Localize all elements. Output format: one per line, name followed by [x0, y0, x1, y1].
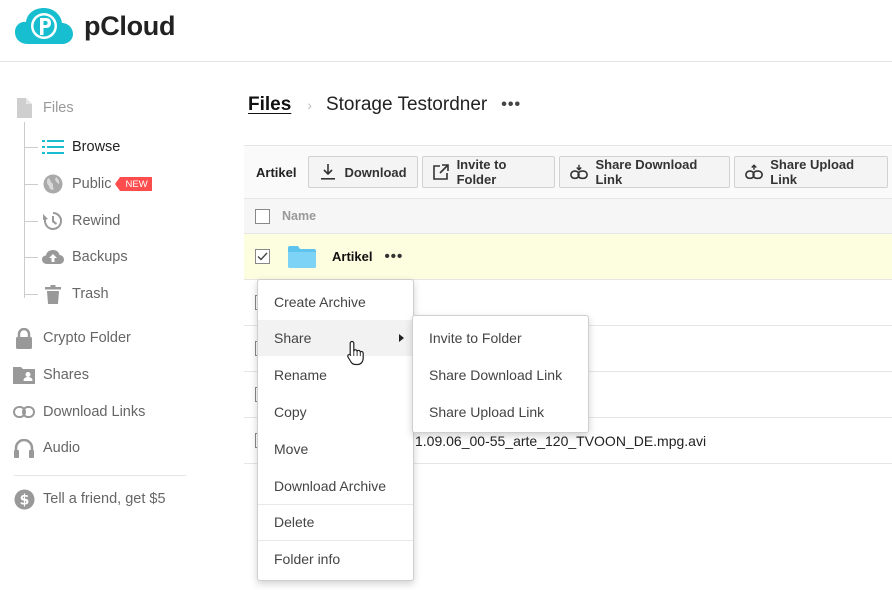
row-checkbox[interactable] [255, 249, 270, 264]
new-badge: NEW [114, 177, 152, 191]
sidebar-item-public[interactable]: Public NEW [42, 169, 152, 199]
selected-item-name: Artikel [256, 164, 297, 180]
sidebar-item-trash[interactable]: Trash [42, 279, 109, 309]
share-submenu: Invite to Folder Share Download Link Sha… [412, 315, 589, 433]
sidebar-item-label: Backups [72, 249, 128, 265]
top-bar: pCloud [0, 0, 892, 62]
submenu-item-share-download-link[interactable]: Share Download Link [413, 357, 588, 393]
menu-item-create-archive[interactable]: Create Archive [258, 284, 413, 320]
breadcrumb-root[interactable]: Files [248, 94, 291, 116]
menu-item-folder-info[interactable]: Folder info [258, 541, 413, 577]
file-list-header: Name [244, 198, 892, 234]
sidebar-item-label: Browse [72, 139, 121, 155]
breadcrumb-current: Storage Testordner [325, 94, 488, 115]
sidebar: Files Browse Public NEW Rewind Backups T… [0, 62, 200, 590]
folder-icon [288, 245, 316, 268]
external-share-icon [433, 163, 450, 181]
submenu-item-share-upload-link[interactable]: Share Upload Link [413, 394, 588, 430]
tree-line [24, 122, 25, 298]
link-down-icon [570, 163, 589, 181]
sidebar-item-files[interactable]: Files [13, 93, 74, 123]
breadcrumb-separator: › [307, 97, 312, 113]
menu-item-copy[interactable]: Copy [258, 394, 413, 430]
headphones-icon [13, 437, 35, 459]
file-row[interactable]: Artikel ••• [244, 234, 892, 280]
context-menu: Create Archive Share Rename Copy Move Do… [257, 279, 414, 581]
submenu-item-invite-to-folder[interactable]: Invite to Folder [413, 320, 588, 356]
sidebar-item-tell-a-friend[interactable]: $ Tell a friend, get $5 [13, 484, 166, 514]
sidebar-divider [14, 475, 186, 476]
file-icon [13, 97, 35, 119]
shared-folder-icon [13, 364, 35, 386]
list-icon [42, 136, 64, 158]
history-icon [42, 210, 64, 232]
dollar-icon: $ [13, 488, 35, 510]
download-button[interactable]: Download [308, 156, 418, 188]
sidebar-item-backups[interactable]: Backups [42, 242, 128, 272]
select-all-checkbox[interactable] [255, 208, 270, 224]
sidebar-item-label: Rewind [72, 213, 121, 229]
file-name[interactable]: Artikel [332, 249, 372, 264]
brand-name: pCloud [84, 11, 176, 41]
sidebar-item-download-links[interactable]: Download Links [13, 397, 145, 427]
selection-toolbar: Artikel Download Invite to Folder Share … [244, 145, 892, 198]
sidebar-item-label: Audio [43, 440, 81, 456]
name-column-header[interactable]: Name [282, 209, 316, 223]
trash-icon [42, 283, 64, 305]
sidebar-item-label: Public [72, 176, 112, 192]
lock-icon [13, 327, 35, 349]
file-name[interactable]: 1.09.06_00-55_arte_120_TVOON_DE.mpg.avi [415, 433, 706, 449]
submenu-arrow-icon [399, 334, 404, 342]
sidebar-item-label: Tell a friend, get $5 [43, 491, 166, 507]
row-more-button[interactable]: ••• [384, 248, 403, 265]
sidebar-item-label: Download Links [43, 404, 146, 420]
menu-item-move[interactable]: Move [258, 431, 413, 467]
checkmark-icon [257, 252, 268, 261]
sidebar-item-shares[interactable]: Shares [13, 360, 89, 390]
invite-to-folder-button[interactable]: Invite to Folder [421, 156, 556, 188]
sidebar-item-label: Crypto Folder [43, 330, 131, 346]
sidebar-item-label: Trash [72, 286, 109, 302]
svg-text:$: $ [19, 492, 29, 508]
menu-item-download-archive[interactable]: Download Archive [258, 468, 413, 504]
sidebar-item-label: Files [43, 100, 74, 116]
globe-icon [42, 173, 64, 195]
link-up-icon [745, 163, 764, 181]
cloud-upload-icon [42, 246, 64, 268]
sidebar-item-browse[interactable]: Browse [42, 132, 120, 162]
menu-item-rename[interactable]: Rename [258, 357, 413, 393]
sidebar-item-audio[interactable]: Audio [13, 433, 80, 463]
share-upload-link-button[interactable]: Share Upload Link [734, 156, 888, 188]
sidebar-item-rewind[interactable]: Rewind [42, 206, 120, 236]
menu-item-share[interactable]: Share [258, 320, 413, 356]
sidebar-item-crypto-folder[interactable]: Crypto Folder [13, 323, 131, 353]
breadcrumb: Files › Storage Testordner ••• [248, 92, 521, 118]
hand-cursor-icon [347, 340, 364, 366]
sidebar-item-label: Shares [43, 367, 89, 383]
download-icon [319, 163, 337, 181]
share-download-link-button[interactable]: Share Download Link [559, 156, 731, 188]
menu-item-delete[interactable]: Delete [258, 504, 413, 540]
pcloud-logo-icon[interactable] [14, 6, 74, 48]
folder-more-button[interactable]: ••• [501, 96, 521, 114]
link-icon [13, 401, 35, 423]
